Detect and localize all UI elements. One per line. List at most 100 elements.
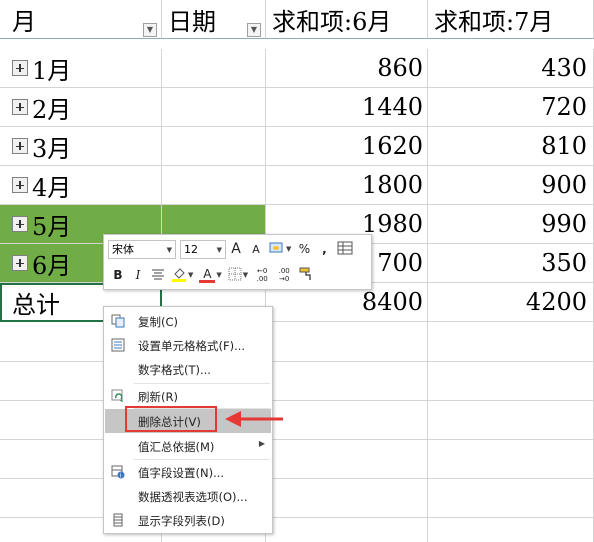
chevron-down-icon[interactable]: ▼ [243,271,248,279]
menu-item-show-field-list[interactable]: 显示字段列表(D) [105,508,271,532]
menu-item-pivot-options[interactable]: 数据透视表选项(O)... [105,484,271,508]
chevron-down-icon: ▼ [216,245,222,254]
value-field-settings-icon: i [111,465,125,479]
chevron-down-icon[interactable]: ▼ [286,245,291,253]
sum-jun-cell[interactable]: 1620 [266,127,428,166]
comma-style-button[interactable]: , [317,242,331,256]
highlight-box-annotation [125,406,217,432]
sum-jul-cell[interactable]: 430 [428,49,594,88]
font-size-value: 12 [184,242,198,256]
month-label: 5月 [32,212,72,241]
menu-item-label: 刷新(R) [138,390,178,404]
grid-line [0,361,594,362]
expand-plus-icon[interactable] [12,138,28,154]
header-sum-jun-cell[interactable]: 求和项:6月 [266,0,428,39]
decrease-decimal-button[interactable]: .00 →0 [276,267,292,283]
menu-item-summarize-values-by[interactable]: 值汇总依据(M) ▶ [105,434,271,458]
header-sum-jun-label: 求和项:6月 [272,7,392,36]
field-list-icon [111,513,125,527]
header-month-cell[interactable]: 月 ▼ [0,0,162,39]
pivot-row-4: 4月 1800 900 [0,166,594,205]
menu-item-refresh[interactable]: 刷新(R) [105,384,271,408]
pivot-row-2: 2月 1440 720 [0,88,594,127]
copy-icon [111,314,125,328]
pivot-row-1: 1月 860 430 [0,49,594,88]
total-jul-cell[interactable]: 4200 [428,283,594,322]
red-arrow-annotation [225,411,283,427]
chevron-down-icon[interactable]: ▼ [216,271,221,279]
month-cell[interactable]: 1月 [0,49,162,88]
sum-jul-cell[interactable]: 810 [428,127,594,166]
grid-line [0,439,594,440]
menu-item-label: 复制(C) [138,315,179,329]
month-label: 6月 [32,251,72,280]
grow-font-button[interactable]: A [229,241,243,257]
month-filter-dropdown-icon[interactable]: ▼ [143,23,157,37]
menu-item-label: 数字格式(T)... [138,363,211,377]
month-cell[interactable]: 3月 [0,127,162,166]
submenu-arrow-icon: ▶ [258,439,265,448]
toolbar-row-1: 宋体 ▼ 12 ▼ A A ▼ % , [108,238,356,260]
month-label: 2月 [32,95,72,124]
sum-jul-cell[interactable]: 350 [428,244,594,283]
month-cell[interactable]: 2月 [0,88,162,127]
menu-item-value-field-settings[interactable]: i 值字段设置(N)... [105,460,271,484]
toolbar-row-2: B I ▼ A ▼ ▼ ←0 .00 .00 →0 [108,264,317,286]
header-sum-jul-label: 求和项:7月 [434,7,554,36]
header-sum-jul-cell[interactable]: 求和项:7月 [428,0,594,39]
format-cells-icon [111,338,125,352]
menu-item-copy[interactable]: 复制(C) [105,309,271,333]
month-cell[interactable]: 4月 [0,166,162,205]
expand-plus-icon[interactable] [12,255,28,271]
sum-jul-cell[interactable]: 720 [428,88,594,127]
percent-style-button[interactable]: % [297,242,311,256]
font-name-value: 宋体 [112,243,134,256]
format-painter-icon[interactable] [298,266,314,285]
menu-item-label: 值字段设置(N)... [138,466,225,480]
sum-jun-cell[interactable]: 1440 [266,88,428,127]
italic-button[interactable]: I [131,268,145,282]
date-cell[interactable] [162,166,266,205]
font-color-letter: A [203,267,212,281]
menu-item-label: 值汇总依据(M) [138,440,215,454]
month-label: 4月 [32,173,72,202]
month-label: 1月 [32,56,72,85]
shrink-font-button[interactable]: A [249,243,263,256]
menu-item-label: 数据透视表选项(O)... [138,490,248,504]
accounting-format-icon[interactable] [269,241,285,258]
sum-jun-cell[interactable]: 1800 [266,166,428,205]
expand-plus-icon[interactable] [12,99,28,115]
date-filter-dropdown-icon[interactable]: ▼ [247,23,261,37]
fill-color-icon[interactable] [171,266,187,285]
align-center-icon[interactable] [151,268,165,283]
grid-line [427,322,428,542]
format-table-icon[interactable] [337,241,353,258]
sum-jul-cell[interactable]: 990 [428,205,594,244]
grid-line [0,517,594,518]
expand-plus-icon[interactable] [12,60,28,76]
increase-decimal-button[interactable]: ←0 .00 [254,267,270,283]
header-date-cell[interactable]: 日期 ▼ [162,0,266,39]
chevron-down-icon[interactable]: ▼ [188,271,193,279]
pivot-header-row: 月 ▼ 日期 ▼ 求和项:6月 求和项:7月 [0,0,594,39]
sum-jul-cell[interactable]: 900 [428,166,594,205]
date-cell[interactable] [162,127,266,166]
font-name-combo[interactable]: 宋体 ▼ [108,239,176,259]
month-label: 3月 [32,134,72,163]
header-date-label: 日期 [168,7,216,36]
sum-jun-cell[interactable]: 860 [266,49,428,88]
menu-item-number-format[interactable]: 数字格式(T)... [105,357,271,381]
bold-button[interactable]: B [111,268,125,282]
date-cell[interactable] [162,49,266,88]
menu-item-label: 显示字段列表(D) [138,514,225,528]
date-cell[interactable] [162,88,266,127]
pivot-row-3: 3月 1620 810 [0,127,594,166]
font-color-button[interactable]: A [199,267,216,283]
expand-plus-icon[interactable] [12,177,28,193]
chevron-down-icon: ▼ [166,245,172,254]
font-size-combo[interactable]: 12 ▼ [180,239,226,259]
expand-plus-icon[interactable] [12,216,28,232]
grid-line [0,478,594,479]
menu-item-format-cells[interactable]: 设置单元格格式(F)... [105,333,271,357]
borders-icon[interactable] [228,267,242,284]
